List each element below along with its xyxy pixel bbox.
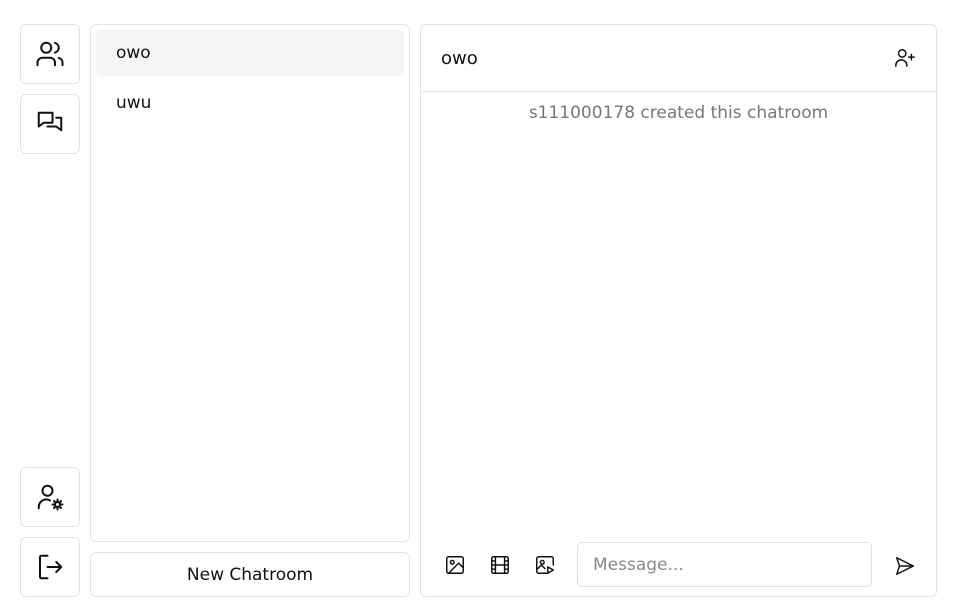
logout-icon bbox=[39, 554, 63, 580]
image-icon bbox=[446, 556, 464, 574]
attach-animated-image-button[interactable] bbox=[532, 552, 558, 578]
message-input[interactable] bbox=[577, 542, 872, 587]
room-name: owo bbox=[116, 43, 151, 63]
chat-panel: owo s111000178 created this chatroom bbox=[420, 24, 937, 597]
room-item-owo[interactable]: owo bbox=[96, 30, 404, 76]
users-icon bbox=[36, 41, 64, 67]
chats-button[interactable] bbox=[20, 94, 80, 154]
send-icon bbox=[896, 557, 914, 575]
add-member-button[interactable] bbox=[890, 43, 920, 73]
image-play-icon bbox=[536, 556, 554, 574]
chat-header: owo bbox=[421, 25, 936, 92]
room-item-uwu[interactable]: uwu bbox=[96, 80, 404, 126]
logout-button[interactable] bbox=[20, 537, 80, 597]
new-chatroom-button[interactable]: New Chatroom bbox=[90, 552, 410, 597]
chatroom-list: owo uwu bbox=[90, 24, 410, 542]
user-plus-icon bbox=[895, 49, 915, 67]
film-icon bbox=[491, 556, 509, 574]
send-button[interactable] bbox=[891, 552, 919, 580]
room-name: uwu bbox=[116, 93, 152, 113]
profile-settings-button[interactable] bbox=[20, 467, 80, 527]
users-button[interactable] bbox=[20, 24, 80, 84]
attach-image-button[interactable] bbox=[442, 552, 468, 578]
new-chatroom-label: New Chatroom bbox=[186, 564, 314, 585]
chat-title: owo bbox=[441, 47, 478, 69]
system-message: s111000178 created this chatroom bbox=[528, 103, 829, 123]
user-settings-icon bbox=[37, 484, 64, 511]
attach-video-button[interactable] bbox=[487, 552, 513, 578]
chat-bubbles-icon bbox=[37, 111, 63, 132]
